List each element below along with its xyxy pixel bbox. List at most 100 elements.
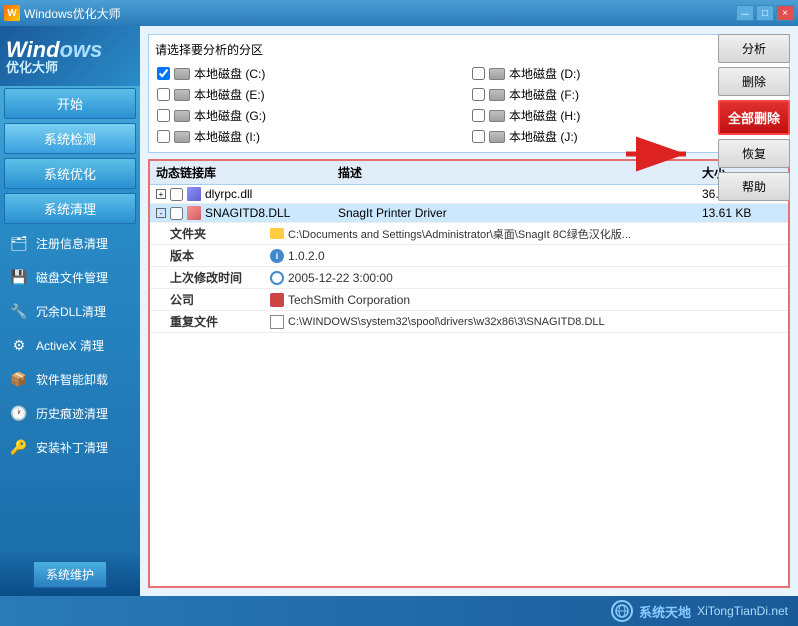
- delete-all-button[interactable]: 全部删除: [718, 100, 790, 135]
- partition-item-e: 本地磁盘 (E:): [155, 85, 468, 104]
- table-row-dll1[interactable]: + dlyrpc.dll 36.00 KB: [150, 185, 788, 204]
- detail-value-folder: C:\Documents and Settings\Administrator\…: [270, 226, 768, 242]
- dll-table-header: 动态链接库 描述 大小: [150, 161, 788, 185]
- disk-mgr-icon: 💾: [8, 266, 30, 288]
- partition-grid: 本地磁盘 (C:) 本地磁盘 (D:) 本地磁盘 (E:): [155, 64, 783, 146]
- sidebar-bottom: 系统维护: [0, 553, 140, 596]
- detail-text-folder: C:\Documents and Settings\Administrator\…: [288, 226, 631, 242]
- detail-value-company: TechSmith Corporation: [270, 293, 768, 307]
- close-button[interactable]: ×: [776, 5, 794, 21]
- dll-size-2: 13.61 KB: [702, 206, 782, 220]
- disk-icon-j: [489, 131, 505, 143]
- partition-item-i: 本地磁盘 (I:): [155, 127, 468, 146]
- sidebar: Windows 优化大师 开始 系统检测 系统优化 系统清理 🗂 注册信息清理 …: [0, 26, 140, 596]
- partition-checkbox-i[interactable]: [157, 130, 170, 143]
- file-icon-2: [187, 206, 201, 220]
- title-bar-left: W Windows优化大师: [4, 5, 121, 22]
- detail-row-path: 重复文件 C:\WINDOWS\system32\spool\drivers\w…: [150, 311, 788, 333]
- sidebar-item-label-disk: 磁盘文件管理: [36, 269, 108, 286]
- detail-value-version: i 1.0.2.0: [270, 249, 768, 263]
- sidebar-item-patch[interactable]: 🔑 安装补丁清理: [0, 430, 140, 464]
- partition-checkbox-d[interactable]: [472, 67, 485, 80]
- sidebar-item-label-activex: ActiveX 清理: [36, 337, 104, 354]
- sidebar-btn-clean[interactable]: 系统清理: [4, 193, 136, 224]
- partition-checkbox-c[interactable]: [157, 67, 170, 80]
- partition-checkbox-h[interactable]: [472, 109, 485, 122]
- detail-text-time: 2005-12-22 3:00:00: [288, 271, 393, 285]
- partition-label-i: 本地磁盘 (I:): [194, 128, 260, 145]
- title-bar: W Windows优化大师 － □ ×: [0, 0, 798, 26]
- uninstall-icon: 📦: [8, 368, 30, 390]
- minimize-button[interactable]: －: [736, 5, 754, 21]
- folder-icon: [270, 228, 284, 239]
- detail-text-company: TechSmith Corporation: [288, 293, 410, 307]
- title-controls: － □ ×: [736, 5, 794, 21]
- system-maintenance-button[interactable]: 系统维护: [33, 561, 107, 588]
- dll-checkbox-1[interactable]: [170, 188, 183, 201]
- dll-name-2: - SNAGITD8.DLL: [156, 206, 338, 220]
- path-icon: [270, 315, 284, 329]
- detail-label-path: 重复文件: [170, 313, 270, 330]
- sidebar-item-uninstall[interactable]: 📦 软件智能卸载: [0, 362, 140, 396]
- sidebar-logo: Windows 优化大师: [0, 26, 140, 86]
- activex-icon: ⚙: [8, 334, 30, 356]
- disk-icon-d: [489, 68, 505, 80]
- sidebar-item-disk[interactable]: 💾 磁盘文件管理: [0, 260, 140, 294]
- registry-icon: 🗂: [8, 232, 30, 254]
- logo-windows: Windows: [6, 39, 102, 61]
- partition-label-c: 本地磁盘 (C:): [194, 65, 265, 82]
- restore-button[interactable]: 恢复: [718, 139, 790, 168]
- partition-section: 请选择要分析的分区 全选 本地磁盘 (C:) 本地磁盘 (D:): [148, 34, 790, 153]
- partition-item-c: 本地磁盘 (C:): [155, 64, 468, 83]
- dll-table-body: + dlyrpc.dll 36.00 KB -: [150, 185, 788, 584]
- partition-label-g: 本地磁盘 (G:): [194, 107, 266, 124]
- sidebar-item-activex[interactable]: ⚙ ActiveX 清理: [0, 328, 140, 362]
- detail-row-company: 公司 TechSmith Corporation: [150, 289, 788, 311]
- app-title: Windows优化大师: [24, 5, 121, 22]
- globe-icon: [611, 600, 633, 622]
- detail-label-folder: 文件夹: [170, 225, 270, 242]
- dll-filename-1: dlyrpc.dll: [205, 187, 252, 201]
- detail-label-version: 版本: [170, 247, 270, 264]
- dll-checkbox-2[interactable]: [170, 207, 183, 220]
- file-icon-1: [187, 187, 201, 201]
- sidebar-btn-optimize[interactable]: 系统优化: [4, 158, 136, 189]
- disk-icon-f: [489, 89, 505, 101]
- app-icon: W: [4, 5, 20, 21]
- partition-checkbox-j[interactable]: [472, 130, 485, 143]
- sidebar-btn-start[interactable]: 开始: [4, 88, 136, 119]
- sidebar-item-history[interactable]: 🕐 历史痕迹清理: [0, 396, 140, 430]
- detail-text-version: 1.0.2.0: [288, 249, 325, 263]
- disk-icon-c: [174, 68, 190, 80]
- detail-row-version: 版本 i 1.0.2.0: [150, 245, 788, 267]
- partition-header: 请选择要分析的分区 全选: [155, 41, 783, 58]
- table-row-dll2[interactable]: - SNAGITD8.DLL SnagIt Printer Driver 13.…: [150, 204, 788, 223]
- partition-label-e: 本地磁盘 (E:): [194, 86, 265, 103]
- help-button[interactable]: 帮助: [718, 172, 790, 201]
- expand-icon-2[interactable]: -: [156, 208, 166, 218]
- maximize-button[interactable]: □: [756, 5, 774, 21]
- analyze-button[interactable]: 分析: [718, 34, 790, 63]
- detail-label-time: 上次修改时间: [170, 269, 270, 286]
- content-wrapper: 请选择要分析的分区 全选 本地磁盘 (C:) 本地磁盘 (D:): [148, 34, 790, 588]
- sidebar-item-dll[interactable]: 🔧 冗余DLL清理: [0, 294, 140, 328]
- dll-table-section: 动态链接库 描述 大小 + dlyrpc.dll 36.00: [148, 159, 790, 588]
- sidebar-item-registry[interactable]: 🗂 注册信息清理: [0, 226, 140, 260]
- sidebar-item-label-registry: 注册信息清理: [36, 235, 108, 252]
- sidebar-item-label-uninstall: 软件智能卸载: [36, 371, 108, 388]
- delete-button[interactable]: 删除: [718, 67, 790, 96]
- detail-row-time: 上次修改时间 2005-12-22 3:00:00: [150, 267, 788, 289]
- disk-icon-i: [174, 131, 190, 143]
- patch-icon: 🔑: [8, 436, 30, 458]
- partition-label-d: 本地磁盘 (D:): [509, 65, 580, 82]
- disk-icon-h: [489, 110, 505, 122]
- partition-checkbox-g[interactable]: [157, 109, 170, 122]
- partition-checkbox-f[interactable]: [472, 88, 485, 101]
- partition-checkbox-e[interactable]: [157, 88, 170, 101]
- detail-value-time: 2005-12-22 3:00:00: [270, 271, 768, 285]
- expand-icon-1[interactable]: +: [156, 189, 166, 199]
- sidebar-btn-detect[interactable]: 系统检测: [4, 123, 136, 154]
- dll-icon: 🔧: [8, 300, 30, 322]
- partition-label-h: 本地磁盘 (H:): [509, 107, 580, 124]
- footer-logo: 系统天地: [639, 602, 691, 621]
